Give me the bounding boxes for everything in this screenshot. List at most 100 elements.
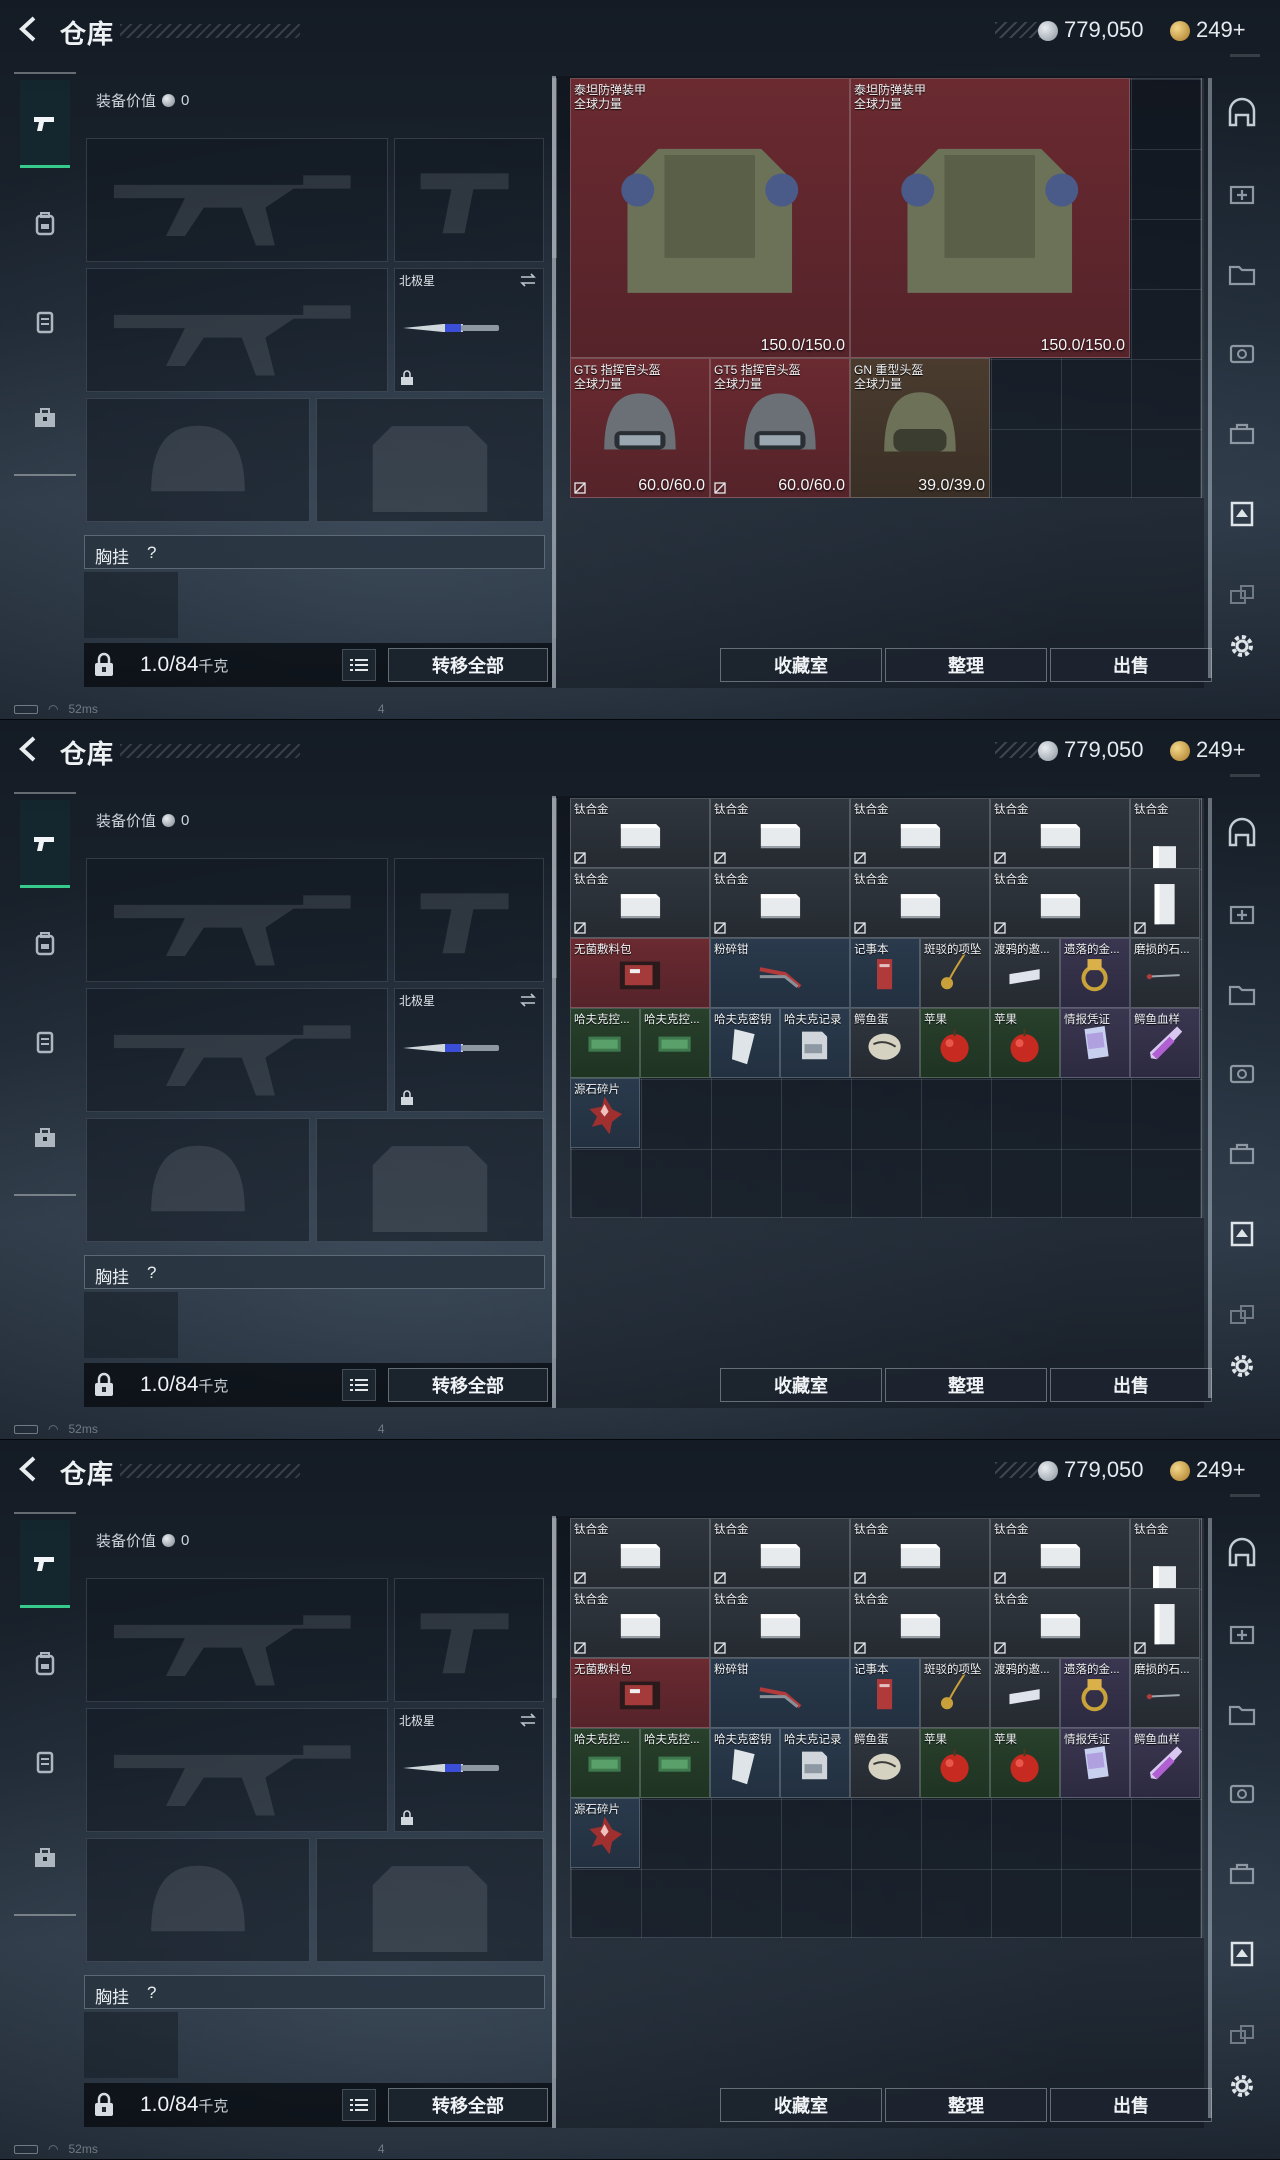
tertiary-weapon-slot[interactable] xyxy=(86,988,388,1112)
back-arrow-icon[interactable] xyxy=(14,734,44,764)
filter-misc[interactable] xyxy=(1222,2014,1262,2054)
inventory-item[interactable]: 粉碎钳 xyxy=(710,1658,850,1728)
transfer-all-button[interactable]: 转移全部 xyxy=(388,1368,548,1402)
melee-slot[interactable]: 北极星 xyxy=(394,988,544,1112)
inventory-item[interactable]: 钛合金 xyxy=(570,868,710,938)
inventory-item[interactable]: 记事本 xyxy=(850,938,920,1008)
chest-rig-slot[interactable] xyxy=(84,2012,178,2078)
tab-case[interactable] xyxy=(20,374,70,462)
settings-button[interactable] xyxy=(1222,2066,1262,2106)
inventory-item[interactable]: 钛合金 xyxy=(710,1518,850,1588)
filter-armor[interactable] xyxy=(1222,494,1262,534)
storage-scrollbar[interactable] xyxy=(1200,78,1204,498)
tab-backpack[interactable] xyxy=(20,900,70,988)
filter-tools[interactable] xyxy=(1222,414,1262,454)
inventory-item[interactable]: 苹果 xyxy=(990,1728,1060,1798)
swap-icon[interactable] xyxy=(519,273,537,287)
list-view-button[interactable] xyxy=(342,1369,376,1401)
tab-chest-rig[interactable] xyxy=(20,1718,70,1806)
back-arrow-icon[interactable] xyxy=(14,1454,44,1484)
list-view-button[interactable] xyxy=(342,2089,376,2121)
inventory-item[interactable]: 磨损的石... xyxy=(1130,1658,1200,1728)
tab-case[interactable] xyxy=(20,1814,70,1902)
inventory-item[interactable]: 钛合金 xyxy=(710,868,850,938)
inventory-item[interactable]: 斑驳的项坠 xyxy=(920,938,990,1008)
inventory-item[interactable]: 哈夫克控... xyxy=(640,1728,710,1798)
inventory-item[interactable]: 记事本 xyxy=(850,1658,920,1728)
padlock-icon[interactable] xyxy=(90,2091,118,2119)
tab-chest-rig[interactable] xyxy=(20,278,70,366)
inventory-item[interactable]: 哈夫克控... xyxy=(570,1728,640,1798)
secondary-weapon-slot[interactable] xyxy=(394,858,544,982)
inventory-item[interactable]: 渡鸦的邀... xyxy=(990,1658,1060,1728)
filter-all[interactable] xyxy=(1222,1534,1262,1574)
filter-medical[interactable] xyxy=(1222,1614,1262,1654)
filter-electronics[interactable] xyxy=(1222,1054,1262,1094)
sort-button[interactable]: 整理 xyxy=(885,1368,1047,1402)
melee-slot[interactable]: 北极星 xyxy=(394,1708,544,1832)
inventory-item[interactable]: 源石碎片 xyxy=(570,1798,640,1868)
chest-rig-slot[interactable] xyxy=(84,572,178,638)
sell-button[interactable]: 出售 xyxy=(1050,2088,1212,2122)
padlock-icon[interactable] xyxy=(90,1371,118,1399)
inventory-item[interactable]: 钛合金 xyxy=(850,1518,990,1588)
filter-electronics[interactable] xyxy=(1222,334,1262,374)
inventory-item[interactable]: 磨损的石... xyxy=(1130,938,1200,1008)
inventory-item[interactable]: 钛合金 xyxy=(850,1588,990,1658)
inventory-item[interactable]: 钛合金 xyxy=(570,1518,710,1588)
helmet-slot[interactable] xyxy=(86,398,310,522)
inventory-item[interactable]: 无菌敷料包 xyxy=(570,1658,710,1728)
help-icon[interactable]: ? xyxy=(147,543,156,563)
inventory-item[interactable]: 鳄鱼血样 xyxy=(1130,1728,1200,1798)
tab-weapons[interactable] xyxy=(20,80,70,168)
inventory-item[interactable]: 钛合金 xyxy=(570,798,710,868)
list-view-button[interactable] xyxy=(342,649,376,681)
filter-all[interactable] xyxy=(1222,94,1262,134)
back-arrow-icon[interactable] xyxy=(14,14,44,44)
inventory-item[interactable]: 苹果 xyxy=(920,1728,990,1798)
swap-icon[interactable] xyxy=(519,993,537,1007)
inventory-item[interactable]: 钛合金 xyxy=(850,798,990,868)
help-icon[interactable]: ? xyxy=(147,1983,156,2003)
filter-armor[interactable] xyxy=(1222,1934,1262,1974)
inventory-item[interactable]: 哈夫克记录 xyxy=(780,1008,850,1078)
inventory-item[interactable]: 钛合金 xyxy=(990,798,1130,868)
inventory-item[interactable]: 鳄鱼蛋 xyxy=(850,1008,920,1078)
filter-documents[interactable] xyxy=(1222,254,1262,294)
inventory-item[interactable]: 泰坦防弹装甲 全球力量 150.0/150.0 xyxy=(850,78,1130,358)
chest-rig-slot[interactable] xyxy=(84,1292,178,1358)
filter-medical[interactable] xyxy=(1222,174,1262,214)
inventory-item[interactable]: 源石碎片 xyxy=(570,1078,640,1148)
inventory-item[interactable]: 钛合金 xyxy=(990,1518,1130,1588)
inventory-item[interactable]: 哈夫克密钥 xyxy=(710,1008,780,1078)
armor-slot[interactable] xyxy=(316,1118,544,1242)
inventory-item[interactable]: 钛合金 xyxy=(850,868,990,938)
armor-slot[interactable] xyxy=(316,1838,544,1962)
inventory-item[interactable] xyxy=(1130,868,1200,938)
inventory-item[interactable]: 钛合金 xyxy=(570,1588,710,1658)
tab-weapons[interactable] xyxy=(20,800,70,888)
inventory-item[interactable]: 泰坦防弹装甲 全球力量 150.0/150.0 xyxy=(570,78,850,358)
filter-misc[interactable] xyxy=(1222,574,1262,614)
sort-button[interactable]: 整理 xyxy=(885,2088,1047,2122)
inventory-item[interactable]: 钛合金 xyxy=(990,868,1130,938)
inventory-item[interactable]: 粉碎钳 xyxy=(710,938,850,1008)
secondary-weapon-slot[interactable] xyxy=(394,1578,544,1702)
filter-armor[interactable] xyxy=(1222,1214,1262,1254)
primary-weapon-slot[interactable] xyxy=(86,1578,388,1702)
transfer-all-button[interactable]: 转移全部 xyxy=(388,648,548,682)
filter-tools[interactable] xyxy=(1222,1134,1262,1174)
transfer-all-button[interactable]: 转移全部 xyxy=(388,2088,548,2122)
filter-medical[interactable] xyxy=(1222,894,1262,934)
inventory-item[interactable]: 遗落的金... xyxy=(1060,1658,1130,1728)
storage-scrollbar[interactable] xyxy=(1200,1518,1204,1938)
tab-weapons[interactable] xyxy=(20,1520,70,1608)
vault-button[interactable]: 收藏室 xyxy=(720,2088,882,2122)
filter-electronics[interactable] xyxy=(1222,1774,1262,1814)
inventory-item[interactable]: GT5 指挥官头盔 全球力量 60.0/60.0 xyxy=(570,358,710,498)
filter-documents[interactable] xyxy=(1222,974,1262,1014)
padlock-icon[interactable] xyxy=(90,651,118,679)
settings-button[interactable] xyxy=(1222,1346,1262,1386)
primary-weapon-slot[interactable] xyxy=(86,858,388,982)
vault-button[interactable]: 收藏室 xyxy=(720,1368,882,1402)
